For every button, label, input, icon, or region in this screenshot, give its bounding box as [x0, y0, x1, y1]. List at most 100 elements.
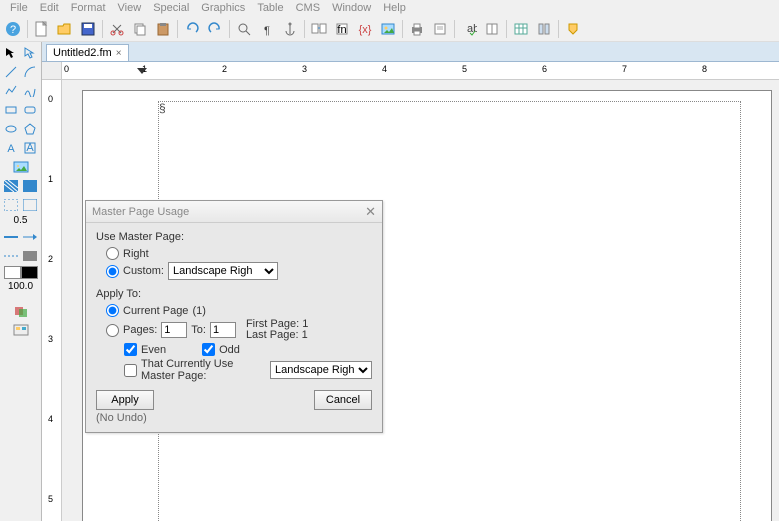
new-icon[interactable] [31, 18, 53, 40]
spellcheck-icon[interactable]: abc [458, 18, 480, 40]
zoom-label: 100.0 [0, 281, 41, 292]
print-icon[interactable] [406, 18, 428, 40]
lineend-icon[interactable] [22, 228, 39, 245]
line-tool-icon[interactable] [3, 63, 20, 80]
tint-icon[interactable] [22, 247, 39, 264]
current-page-radio[interactable] [106, 304, 119, 317]
tabbar: Untitled2.fm × [42, 42, 779, 62]
help-icon[interactable]: ? [2, 18, 24, 40]
close-icon[interactable]: ✕ [365, 204, 376, 220]
svg-text:{x}: {x} [359, 24, 372, 36]
custom-radio[interactable] [106, 265, 119, 278]
smart-select-icon[interactable] [22, 44, 39, 61]
save-icon[interactable] [77, 18, 99, 40]
rect-tool-icon[interactable] [3, 101, 20, 118]
menu-graphics[interactable]: Graphics [197, 2, 249, 14]
polyline-tool-icon[interactable] [3, 82, 20, 99]
pen-pattern-icon[interactable] [3, 196, 20, 213]
overprint-icon[interactable] [3, 302, 39, 319]
oval-tool-icon[interactable] [3, 120, 20, 137]
footnote-icon[interactable]: fn [331, 18, 353, 40]
menu-help[interactable]: Help [379, 2, 410, 14]
xref-icon[interactable] [308, 18, 330, 40]
variable-icon[interactable]: {x} [354, 18, 376, 40]
no-undo-label: (No Undo) [96, 412, 372, 424]
svg-text:¶: ¶ [264, 25, 270, 36]
anchor-icon[interactable] [279, 18, 301, 40]
pages-from-input[interactable] [161, 322, 187, 338]
open-icon[interactable] [54, 18, 76, 40]
fill-solid-icon[interactable] [22, 177, 39, 194]
linestyle-icon[interactable] [3, 228, 20, 245]
to-label: To: [191, 324, 206, 336]
polygon-tool-icon[interactable] [22, 120, 39, 137]
arc-tool-icon[interactable] [22, 63, 39, 80]
svg-text:A: A [26, 142, 34, 154]
image-icon[interactable] [377, 18, 399, 40]
current-page-number: (1) [192, 305, 205, 317]
custom-master-select[interactable]: Landscape Righ [168, 262, 278, 280]
pen-solid-icon[interactable] [22, 196, 39, 213]
marker-icon[interactable] [562, 18, 584, 40]
textline-tool-icon[interactable]: A [3, 139, 20, 156]
preview-icon[interactable] [429, 18, 451, 40]
svg-text:abc: abc [467, 23, 477, 35]
menu-file[interactable]: File [6, 2, 32, 14]
even-checkbox[interactable] [124, 343, 137, 356]
freehand-tool-icon[interactable] [22, 82, 39, 99]
svg-text:fn: fn [337, 24, 346, 36]
thesaurus-icon[interactable] [481, 18, 503, 40]
graphics-panel-icon[interactable] [3, 321, 39, 338]
image-place-icon[interactable] [3, 158, 39, 175]
page-range-info: First Page: 1 Last Page: 1 [246, 319, 308, 341]
odd-checkbox-label: Odd [219, 344, 240, 356]
menubar: File Edit Format View Special Graphics T… [0, 0, 779, 16]
that-use-checkbox[interactable] [124, 364, 137, 377]
that-use-select[interactable]: Landscape Righ [270, 361, 372, 379]
close-icon[interactable]: × [116, 48, 122, 59]
select-tool-icon[interactable] [3, 44, 20, 61]
undo-icon[interactable] [181, 18, 203, 40]
linewidth-label: 0.5 [0, 215, 41, 226]
pages-radio[interactable] [106, 324, 119, 337]
pages-to-input[interactable] [210, 322, 236, 338]
svg-text:A: A [7, 143, 15, 154]
horizontal-ruler: 0 1 2 3 4 5 6 7 8 [42, 62, 779, 80]
cut-icon[interactable] [106, 18, 128, 40]
apply-button[interactable]: Apply [96, 390, 154, 410]
toolbar: ? ¶ fn {x} abc [0, 16, 779, 42]
menu-special[interactable]: Special [149, 2, 193, 14]
char-icon[interactable]: ¶ [256, 18, 278, 40]
document-tab[interactable]: Untitled2.fm × [46, 44, 129, 61]
current-page-radio-label: Current Page [123, 305, 188, 317]
cols-icon[interactable] [533, 18, 555, 40]
tools-sidebar: A A 0.5 100.0 [0, 42, 42, 521]
master-page-usage-dialog: Master Page Usage ✕ Use Master Page: Rig… [85, 200, 383, 433]
that-use-checkbox-label: That Currently Use Master Page: [141, 358, 266, 382]
svg-text:?: ? [10, 24, 16, 36]
menu-edit[interactable]: Edit [36, 2, 63, 14]
roundrect-tool-icon[interactable] [22, 101, 39, 118]
table-icon[interactable] [510, 18, 532, 40]
paste-icon[interactable] [152, 18, 174, 40]
menu-format[interactable]: Format [67, 2, 110, 14]
even-checkbox-label: Even [141, 344, 166, 356]
section-mark: § [159, 101, 166, 115]
cancel-button[interactable]: Cancel [314, 390, 372, 410]
menu-cms[interactable]: CMS [292, 2, 324, 14]
dashstyle-icon[interactable] [3, 247, 20, 264]
color-black-swatch[interactable] [21, 266, 38, 279]
right-radio-label: Right [123, 248, 149, 260]
menu-window[interactable]: Window [328, 2, 375, 14]
textframe-tool-icon[interactable]: A [22, 139, 39, 156]
color-white-swatch[interactable] [4, 266, 21, 279]
menu-table[interactable]: Table [253, 2, 287, 14]
use-master-page-label: Use Master Page: [96, 231, 372, 243]
redo-icon[interactable] [204, 18, 226, 40]
fill-pattern-icon[interactable] [3, 177, 20, 194]
menu-view[interactable]: View [114, 2, 146, 14]
copy-icon[interactable] [129, 18, 151, 40]
find-icon[interactable] [233, 18, 255, 40]
odd-checkbox[interactable] [202, 343, 215, 356]
right-radio[interactable] [106, 247, 119, 260]
